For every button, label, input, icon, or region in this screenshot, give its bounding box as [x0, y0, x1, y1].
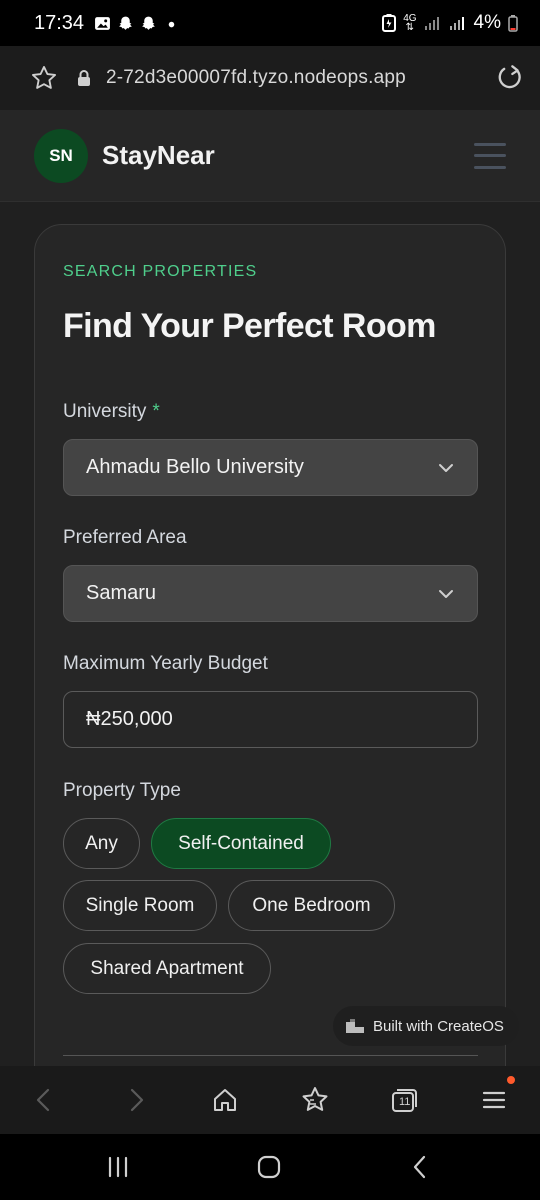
logo-initials: SN — [49, 145, 73, 165]
chevron-down-icon — [439, 463, 453, 472]
signal-icon — [424, 17, 439, 30]
battery-saver-icon — [382, 14, 397, 32]
more-notifications-dot-icon — [168, 21, 175, 27]
home-icon — [214, 1089, 236, 1111]
browser-toolbar: 11 — [0, 1066, 540, 1134]
snapchat-icon — [119, 16, 132, 30]
area-value: Samaru — [86, 582, 157, 604]
budget-input[interactable]: ₦250,000 — [63, 691, 478, 748]
lock-icon[interactable] — [76, 69, 92, 87]
recent-apps-icon — [108, 1156, 128, 1178]
brand-name[interactable]: StayNear — [102, 140, 215, 171]
notification-icons — [94, 15, 180, 32]
property-type-single-room[interactable]: Single Room — [63, 880, 217, 931]
menu-line — [474, 165, 506, 169]
chevron-down-icon — [439, 589, 453, 598]
menu-line — [474, 154, 506, 157]
app-header: SN StayNear — [0, 110, 540, 202]
forward-button[interactable] — [118, 1082, 154, 1118]
main-content: SEARCH PROPERTIES Find Your Perfect Room… — [0, 202, 540, 1066]
notification-dot — [507, 1076, 515, 1084]
back-arrow-icon — [36, 1088, 50, 1112]
status-time: 17:34 — [34, 11, 85, 34]
back-chevron-icon — [413, 1155, 426, 1179]
status-right: 4G ⇅ 4% — [382, 12, 518, 34]
system-navigation-bar — [0, 1134, 540, 1200]
budget-value: ₦250,000 — [86, 708, 173, 730]
network-type: 4G ⇅ — [403, 13, 417, 33]
battery-icon — [508, 14, 518, 32]
bookmarks-button[interactable] — [297, 1082, 333, 1118]
divider — [63, 1055, 478, 1056]
back-button[interactable] — [26, 1082, 62, 1118]
browser-menu-button[interactable] — [476, 1082, 512, 1118]
createos-logo-icon — [346, 1019, 364, 1033]
system-home-button[interactable] — [254, 1152, 284, 1182]
search-card: SEARCH PROPERTIES Find Your Perfect Room… — [34, 224, 506, 1066]
home-circle-icon — [257, 1155, 281, 1179]
reload-icon[interactable] — [496, 64, 524, 92]
status-bar: 17:34 4G ⇅ 4% — [0, 0, 540, 46]
section-eyebrow: SEARCH PROPERTIES — [63, 263, 258, 280]
menu-line — [474, 142, 506, 146]
forward-arrow-icon — [130, 1088, 144, 1112]
signal-icon-2 — [449, 17, 464, 30]
gallery-icon — [95, 16, 110, 30]
bookmark-star-icon — [302, 1087, 328, 1111]
network-type-label: 4G — [403, 13, 417, 24]
area-select[interactable]: Samaru — [63, 565, 478, 622]
battery-percent: 4% — [473, 12, 501, 33]
property-type-shared-apartment[interactable]: Shared Apartment — [63, 943, 271, 994]
property-type-self-contained[interactable]: Self-Contained — [151, 818, 331, 869]
tabs-button[interactable]: 11 — [386, 1082, 422, 1118]
star-bookmark-icon[interactable] — [30, 64, 58, 92]
tabs-count: 11 — [399, 1096, 411, 1108]
logo[interactable]: SN — [34, 128, 88, 183]
recent-apps-button[interactable] — [103, 1152, 133, 1182]
system-back-button[interactable] — [405, 1152, 435, 1182]
required-mark: * — [152, 401, 160, 422]
snapchat-icon — [142, 16, 155, 30]
university-label: University * — [63, 401, 160, 423]
menu-icon — [482, 1091, 506, 1109]
area-label: Preferred Area — [63, 527, 187, 548]
university-select[interactable]: Ahmadu Bello University — [63, 439, 478, 496]
property-type-label: Property Type — [63, 780, 181, 801]
home-button[interactable] — [207, 1082, 243, 1118]
browser-url-bar: 2-72d3e00007fd.tyzo.nodeops.app — [0, 46, 540, 110]
budget-label: Maximum Yearly Budget — [63, 653, 268, 674]
page-title: Find Your Perfect Room — [63, 307, 436, 345]
property-type-any[interactable]: Any — [63, 818, 140, 869]
built-with-badge[interactable]: Built with CreateOS — [333, 1006, 519, 1046]
university-label-text: University — [63, 401, 147, 422]
university-value: Ahmadu Bello University — [86, 456, 304, 478]
built-with-text: Built with CreateOS — [373, 1017, 504, 1035]
menu-icon[interactable] — [474, 142, 506, 169]
property-type-one-bedroom[interactable]: One Bedroom — [228, 880, 395, 931]
url-text[interactable]: 2-72d3e00007fd.tyzo.nodeops.app — [106, 67, 406, 89]
